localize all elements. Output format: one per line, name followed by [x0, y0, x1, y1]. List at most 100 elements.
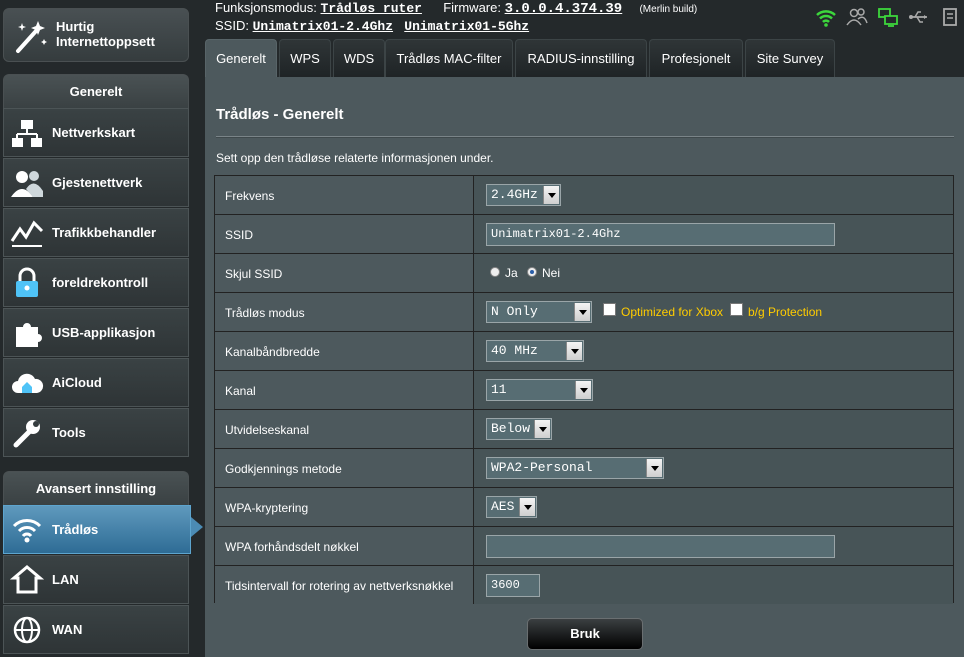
wpa-psk-input[interactable] — [486, 535, 835, 558]
settings-table: Frekvens 2.4GHz SSID Unimatrix01-2.4Ghz … — [214, 175, 954, 605]
ssid-label: SSID: — [215, 18, 249, 33]
parental-control-icon — [16, 267, 38, 297]
sidebar-item-traffic-manager[interactable]: Trafikkbehandler — [3, 208, 189, 257]
tab-wireless-mac-filter[interactable]: Trådløs MAC-filter — [385, 39, 513, 77]
lan-icon — [10, 565, 44, 594]
row-key-rotation: Tidsintervall for rotering av nettverksn… — [215, 566, 953, 605]
operation-mode-link[interactable]: Trådløs ruter — [321, 1, 422, 16]
wpa-encryption-select[interactable]: AES — [486, 496, 537, 518]
sidebar-item-wan[interactable]: WAN — [3, 605, 189, 654]
general-section-header: Generelt — [3, 74, 189, 108]
tab-professional[interactable]: Profesjonelt — [649, 39, 743, 77]
tab-radius-setting[interactable]: RADIUS-innstilling — [515, 39, 647, 77]
wpa-encryption-select-value: AES — [491, 499, 515, 514]
sidebar-item-label: Trafikkbehandler — [52, 225, 157, 240]
optimized-xbox-checkbox[interactable] — [603, 303, 616, 316]
active-item-arrow — [191, 517, 203, 537]
hide-ssid-no-radio[interactable] — [527, 267, 537, 277]
firmware-label: Firmware: — [443, 0, 501, 15]
channel-bandwidth-select-value: 40 MHz — [491, 343, 538, 358]
top-info-bar: Funksjonsmodus: Trådløs ruter Firmware: … — [215, 0, 795, 38]
sidebar: Hurtig Internettoppsett Generelt Nettver… — [0, 0, 203, 657]
tab-general[interactable]: Generelt — [205, 39, 277, 77]
wireless-mode-select[interactable]: N Only — [486, 301, 592, 323]
extension-channel-label: Utvidelseskanal — [225, 423, 310, 437]
row-extension-channel: Utvidelseskanal Below — [215, 410, 953, 449]
tools-icon — [13, 420, 40, 448]
quick-setup-label: Hurtig Internettoppsett — [56, 19, 155, 49]
channel-select[interactable]: 11 — [486, 379, 593, 401]
sidebar-item-label: AiCloud — [52, 375, 102, 390]
row-frequency: Frekvens 2.4GHz — [215, 176, 953, 215]
wifi-signal-icon[interactable] — [815, 6, 837, 28]
sidebar-item-label: LAN — [52, 572, 79, 587]
chevron-down-icon — [574, 303, 590, 321]
auth-method-select-value: WPA2-Personal — [491, 460, 593, 475]
sidebar-item-aicloud[interactable]: AiCloud — [3, 358, 189, 407]
wan-icon — [13, 616, 41, 644]
tab-wds[interactable]: WDS — [333, 39, 385, 77]
wpa-encryption-label: WPA-kryptering — [225, 501, 309, 515]
document-icon[interactable] — [939, 6, 961, 28]
traffic-manager-icon — [10, 220, 44, 247]
auth-method-select[interactable]: WPA2-Personal — [486, 457, 664, 479]
firmware-note: (Merlin build) — [639, 4, 698, 15]
wireless-icon — [12, 519, 42, 543]
wireless-mode-select-value: N Only — [491, 304, 538, 319]
sidebar-item-label: Trådløs — [52, 522, 99, 537]
ssid-input[interactable]: Unimatrix01-2.4Ghz — [486, 223, 835, 246]
sidebar-item-label: Nettverkskart — [52, 125, 136, 140]
row-hide-ssid: Skjul SSID Ja Nei — [215, 254, 953, 293]
sidebar-item-network-map[interactable]: Nettverkskart — [3, 108, 189, 157]
key-rotation-label: Tidsintervall for rotering av nettverksn… — [225, 579, 454, 593]
frequency-select[interactable]: 2.4GHz — [486, 184, 561, 206]
tab-bar: Generelt WPS WDS Trådløs MAC-filter RADI… — [205, 39, 964, 77]
sidebar-item-parental-control[interactable]: foreldrekontroll — [3, 258, 189, 307]
apply-button[interactable]: Bruk — [527, 618, 643, 650]
hide-ssid-label: Skjul SSID — [225, 267, 283, 281]
extension-channel-select[interactable]: Below — [486, 418, 552, 440]
hide-ssid-yes-label: Ja — [505, 266, 518, 280]
channel-bandwidth-label: Kanalbåndbredde — [225, 345, 320, 359]
chevron-down-icon — [543, 186, 559, 204]
row-wpa-encryption: WPA-kryptering AES — [215, 488, 953, 527]
network-status-icon[interactable] — [877, 6, 899, 28]
chevron-down-icon — [566, 342, 582, 360]
usb-application-icon — [16, 323, 42, 347]
tab-site-survey[interactable]: Site Survey — [745, 39, 835, 77]
content-panel: Trådløs - Generelt Sett opp den trådløse… — [205, 77, 964, 657]
users-icon[interactable] — [846, 6, 868, 28]
ssid-24-link[interactable]: Unimatrix01-2.4Ghz — [253, 19, 393, 34]
channel-bandwidth-select[interactable]: 40 MHz — [486, 340, 584, 362]
wireless-mode-label: Trådløs modus — [225, 306, 305, 320]
chevron-down-icon — [534, 420, 550, 438]
chevron-down-icon — [575, 381, 591, 399]
sidebar-item-tools[interactable]: Tools — [3, 408, 189, 457]
quick-internet-setup-button[interactable]: Hurtig Internettoppsett — [3, 8, 189, 62]
ssid-5-link[interactable]: Unimatrix01-5Ghz — [404, 19, 529, 34]
page-description: Sett opp den trådløse relaterte informas… — [216, 151, 494, 165]
guest-network-icon — [11, 171, 43, 197]
quick-setup-label-line1: Hurtig — [56, 19, 95, 34]
frequency-label: Frekvens — [225, 189, 275, 203]
usb-icon[interactable] — [908, 6, 930, 28]
firmware-version-link[interactable]: 3.0.0.4.374.39 — [505, 1, 623, 17]
magic-wand-icon — [16, 21, 47, 53]
sidebar-item-guest-network[interactable]: Gjestenettverk — [3, 158, 189, 207]
sidebar-item-usb-application[interactable]: USB-applikasjon — [3, 308, 189, 357]
sidebar-item-label: foreldrekontroll — [52, 275, 149, 290]
frequency-select-value: 2.4GHz — [491, 187, 538, 202]
sidebar-item-lan[interactable]: LAN — [3, 555, 189, 604]
ssid-field-label: SSID — [225, 228, 254, 242]
row-wpa-psk: WPA forhåndsdelt nøkkel — [215, 527, 953, 566]
chevron-down-icon — [519, 498, 535, 516]
auth-method-label: Godkjennings metode — [225, 462, 342, 476]
bg-protection-checkbox[interactable] — [730, 303, 743, 316]
hide-ssid-yes-radio[interactable] — [490, 267, 500, 277]
sidebar-item-label: WAN — [52, 622, 83, 637]
sidebar-item-wireless[interactable]: Trådløs — [3, 505, 191, 554]
status-icons — [815, 6, 960, 28]
key-rotation-input[interactable]: 3600 — [486, 574, 540, 597]
tab-wps[interactable]: WPS — [279, 39, 331, 77]
hide-ssid-no-label: Nei — [542, 266, 561, 280]
